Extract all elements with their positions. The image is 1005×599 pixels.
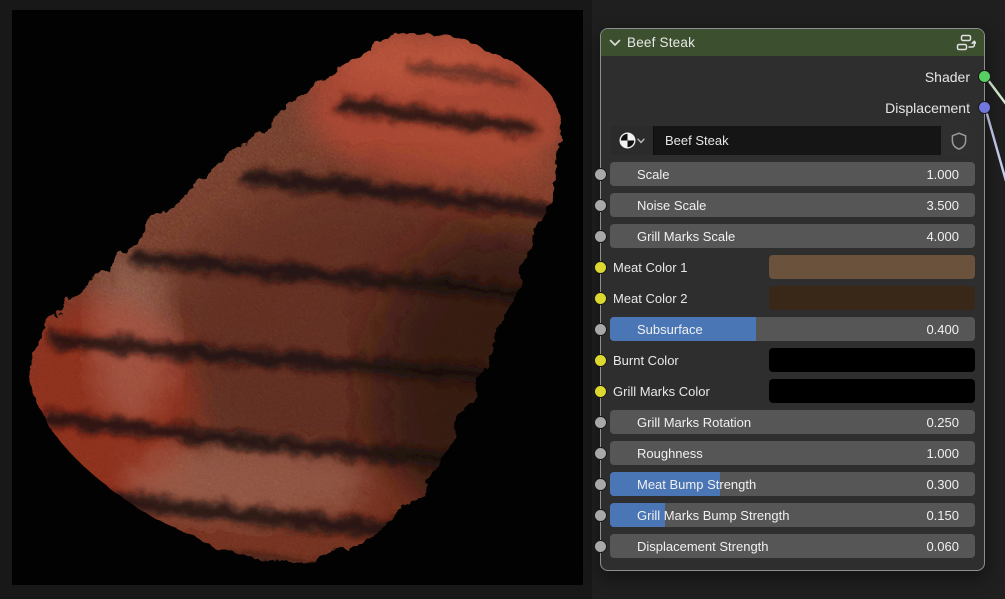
input-socket[interactable] (594, 540, 607, 553)
slider-value: 3.500 (926, 198, 959, 213)
slider-value: 0.150 (926, 508, 959, 523)
value-slider[interactable]: Displacement Strength 0.060 (610, 534, 975, 558)
shader-output-socket[interactable] (978, 70, 991, 83)
node-input-row: Roughness 1.000 (610, 441, 975, 465)
collapse-chevron-icon[interactable] (609, 39, 621, 47)
input-socket[interactable] (594, 509, 607, 522)
slider-value: 0.300 (926, 477, 959, 492)
input-socket[interactable] (594, 261, 607, 274)
node-input-row: Noise Scale 3.500 (610, 193, 975, 217)
node-group-icon (956, 34, 976, 51)
output-row-displacement: Displacement (601, 92, 984, 123)
slider-value: 0.400 (926, 322, 959, 337)
blender-shader-editor: { "viewport": { "background": "#020202" … (0, 0, 1005, 599)
material-preview-icon (619, 132, 636, 149)
value-slider[interactable]: Meat Bump Strength 0.300 (610, 472, 975, 496)
slider-value: 0.250 (926, 415, 959, 430)
output-label: Shader (925, 69, 970, 85)
color-input-label: Meat Color 1 (610, 260, 769, 275)
slider-label: Grill Marks Bump Strength (637, 508, 789, 523)
node-input-row: Meat Color 2 (610, 286, 975, 310)
slider-label: Roughness (637, 446, 703, 461)
node-header[interactable]: Beef Steak (601, 29, 984, 56)
slider-label: Noise Scale (637, 198, 706, 213)
input-socket[interactable] (594, 354, 607, 367)
node-input-row: Meat Color 1 (610, 255, 975, 279)
value-slider[interactable]: Scale 1.000 (610, 162, 975, 186)
value-slider[interactable]: Grill Marks Scale 4.000 (610, 224, 975, 248)
node-beef-steak[interactable]: Beef Steak Shader Displacement (600, 28, 985, 571)
input-socket[interactable] (594, 230, 607, 243)
input-socket[interactable] (594, 168, 607, 181)
slider-value: 0.060 (926, 539, 959, 554)
node-input-row: Grill Marks Scale 4.000 (610, 224, 975, 248)
color-swatch[interactable] (769, 348, 975, 372)
chevron-down-icon (637, 138, 645, 144)
slider-label: Scale (637, 167, 670, 182)
slider-label: Grill Marks Rotation (637, 415, 751, 430)
color-swatch[interactable] (769, 379, 975, 403)
node-input-row: Grill Marks Color (610, 379, 975, 403)
input-socket[interactable] (594, 478, 607, 491)
material-name: Beef Steak (665, 133, 729, 148)
input-socket[interactable] (594, 416, 607, 429)
color-input-label: Grill Marks Color (610, 384, 769, 399)
color-input-label: Meat Color 2 (610, 291, 769, 306)
node-input-row: Meat Bump Strength 0.300 (610, 472, 975, 496)
steak-render (12, 10, 583, 585)
material-selector: Beef Steak (610, 126, 975, 155)
node-input-row: Grill Marks Rotation 0.250 (610, 410, 975, 434)
output-label: Displacement (885, 100, 970, 116)
node-input-row: Burnt Color (610, 348, 975, 372)
material-browse-button[interactable] (610, 126, 653, 155)
node-title: Beef Steak (627, 35, 950, 50)
input-socket[interactable] (594, 447, 607, 460)
material-name-field[interactable]: Beef Steak (653, 126, 941, 155)
steak-image (12, 10, 583, 585)
value-slider[interactable]: Roughness 1.000 (610, 441, 975, 465)
output-row-shader: Shader (601, 61, 984, 92)
value-slider[interactable]: Subsurface 0.400 (610, 317, 975, 341)
node-input-row: Grill Marks Bump Strength 0.150 (610, 503, 975, 527)
color-swatch[interactable] (769, 255, 975, 279)
slider-value: 4.000 (926, 229, 959, 244)
slider-label: Displacement Strength (637, 539, 769, 554)
slider-value: 1.000 (926, 446, 959, 461)
slider-label: Subsurface (637, 322, 703, 337)
node-rows: Scale 1.000 Noise Scale 3.500 Grill Marks Sc… (601, 162, 984, 570)
color-swatch[interactable] (769, 286, 975, 310)
input-socket[interactable] (594, 323, 607, 336)
node-input-row: Displacement Strength 0.060 (610, 534, 975, 558)
slider-label: Meat Bump Strength (637, 477, 756, 492)
shield-icon (951, 132, 967, 150)
node-input-row: Subsurface 0.400 (610, 317, 975, 341)
link-displacement (985, 107, 1005, 181)
render-viewport (0, 0, 592, 599)
slider-label: Grill Marks Scale (637, 229, 735, 244)
value-slider[interactable]: Noise Scale 3.500 (610, 193, 975, 217)
value-slider[interactable]: Grill Marks Bump Strength 0.150 (610, 503, 975, 527)
fake-user-button[interactable] (942, 126, 975, 155)
input-socket[interactable] (594, 292, 607, 305)
input-socket[interactable] (594, 199, 607, 212)
node-input-row: Scale 1.000 (610, 162, 975, 186)
node-outputs: Shader Displacement (601, 56, 984, 123)
input-socket[interactable] (594, 385, 607, 398)
slider-value: 1.000 (926, 167, 959, 182)
displacement-output-socket[interactable] (978, 101, 991, 114)
value-slider[interactable]: Grill Marks Rotation 0.250 (610, 410, 975, 434)
color-input-label: Burnt Color (610, 353, 769, 368)
